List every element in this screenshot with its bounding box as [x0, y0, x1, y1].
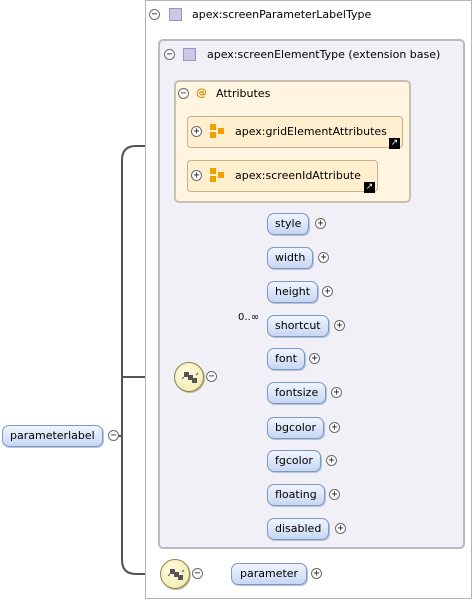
attribute-group-expand-toggle[interactable]: + — [191, 170, 202, 181]
attribute-group-icon — [210, 168, 224, 182]
complex-type-name: apex:screenParameterLabelType — [192, 8, 372, 21]
attribute-group-label: apex:screenIdAttribute — [235, 169, 361, 182]
element-floating[interactable]: floating — [267, 484, 325, 506]
element-bgcolor[interactable]: bgcolor — [267, 417, 325, 439]
root-element-collapse-toggle[interactable]: − — [108, 430, 119, 441]
link-icon[interactable]: ↗ — [364, 182, 375, 193]
extension-icon — [183, 48, 196, 61]
extension-collapse-toggle[interactable]: − — [164, 49, 175, 60]
element-expand-toggle[interactable]: + — [309, 353, 320, 364]
outer-sequence-collapse-toggle[interactable]: − — [192, 568, 203, 579]
element-width[interactable]: width — [267, 247, 314, 269]
element-expand-toggle[interactable]: + — [315, 218, 326, 229]
element-fontsize[interactable]: fontsize — [267, 382, 327, 404]
attributes-collapse-toggle[interactable]: − — [178, 88, 189, 99]
element-expand-toggle[interactable]: + — [329, 489, 340, 500]
sequence-compositor-icon[interactable] — [174, 362, 204, 392]
element-fgcolor[interactable]: fgcolor — [267, 450, 321, 472]
element-style[interactable]: style — [267, 213, 310, 235]
outer-sequence-compositor-icon[interactable] — [160, 559, 190, 589]
element-height[interactable]: height — [267, 281, 319, 303]
element-shortcut[interactable]: shortcut — [267, 315, 329, 337]
attribute-group-label: apex:gridElementAttributes — [235, 125, 387, 138]
element-expand-toggle[interactable]: + — [334, 320, 345, 331]
attribute-group-icon — [210, 124, 224, 138]
element-font[interactable]: font — [267, 348, 305, 370]
element-expand-toggle[interactable]: + — [311, 568, 322, 579]
element-disabled[interactable]: disabled — [267, 518, 330, 540]
complex-type-icon — [169, 8, 182, 21]
element-parameter[interactable]: parameter — [231, 563, 308, 585]
occurrence-label: 0..∞ — [238, 312, 260, 323]
element-expand-toggle[interactable]: + — [326, 455, 337, 466]
element-expand-toggle[interactable]: + — [335, 523, 346, 534]
element-expand-toggle[interactable]: + — [331, 387, 342, 398]
attributes-at-icon: @ — [196, 86, 207, 99]
link-icon[interactable]: ↗ — [389, 138, 400, 149]
complex-type-collapse-toggle[interactable]: − — [149, 9, 160, 20]
sequence-collapse-toggle[interactable]: − — [206, 371, 217, 382]
element-expand-toggle[interactable]: + — [329, 422, 340, 433]
attributes-title: Attributes — [216, 87, 271, 100]
attribute-group-expand-toggle[interactable]: + — [191, 126, 202, 137]
element-expand-toggle[interactable]: + — [322, 286, 333, 297]
element-expand-toggle[interactable]: + — [318, 252, 329, 263]
extension-name: apex:screenElementType (extension base) — [207, 48, 441, 61]
root-element-parameterlabel[interactable]: parameterlabel — [2, 425, 103, 447]
